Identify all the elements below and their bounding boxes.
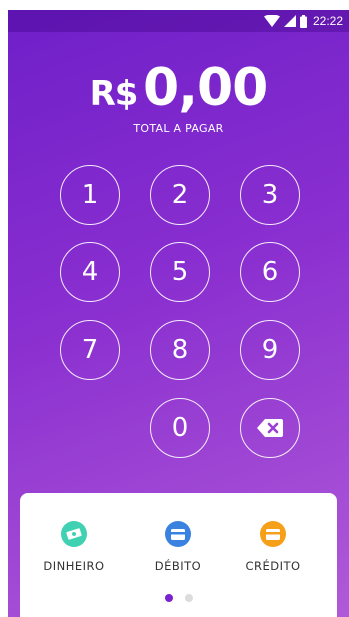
total-label: TOTAL A PAGAR (133, 122, 224, 135)
key-7[interactable]: 7 (60, 320, 120, 380)
payment-method-cash[interactable]: DINHEIRO (29, 521, 119, 573)
key-label: 3 (261, 180, 279, 210)
key-label: 8 (171, 335, 189, 365)
payment-method-label: CRÉDITO (245, 559, 301, 573)
pos-screen: 22:22 R$ 0,00 TOTAL A PAGAR 1 2 3 4 5 6 … (8, 10, 349, 617)
payment-method-credit[interactable]: CRÉDITO (228, 521, 318, 573)
payment-method-debit[interactable]: DÉBITO (133, 521, 223, 573)
backspace-button[interactable] (240, 398, 300, 458)
page-dot[interactable] (184, 594, 193, 602)
key-label: 7 (81, 335, 99, 365)
key-5[interactable]: 5 (150, 242, 210, 302)
battery-icon (299, 14, 307, 28)
key-label: 9 (261, 335, 279, 365)
key-2[interactable]: 2 (150, 165, 210, 225)
backspace-icon (257, 419, 283, 437)
signal-icon (283, 15, 296, 27)
key-6[interactable]: 6 (240, 242, 300, 302)
currency-symbol: R$ (89, 74, 139, 114)
amount-value: 0,00 (143, 58, 268, 118)
wifi-icon (263, 15, 280, 27)
key-8[interactable]: 8 (150, 320, 210, 380)
payment-method-panel: DINHEIRO DÉBITO CRÉDITO (20, 493, 337, 617)
key-label: 4 (81, 257, 99, 287)
key-label: 0 (171, 413, 189, 443)
amount-display: R$ 0,00 (8, 58, 349, 118)
key-9[interactable]: 9 (240, 320, 300, 380)
pagination-dots (20, 594, 337, 602)
key-label: 1 (81, 180, 99, 210)
status-time: 22:22 (312, 14, 343, 28)
payment-method-label: DÉBITO (154, 559, 202, 573)
key-4[interactable]: 4 (60, 242, 120, 302)
payment-method-label: DINHEIRO (43, 559, 105, 573)
key-1[interactable]: 1 (60, 165, 120, 225)
page-dot-active[interactable] (164, 594, 173, 602)
key-label: 6 (261, 257, 279, 287)
status-bar: 22:22 (8, 10, 349, 32)
key-3[interactable]: 3 (240, 165, 300, 225)
credit-card-icon (260, 521, 286, 547)
key-0[interactable]: 0 (150, 398, 210, 458)
cash-icon (61, 521, 87, 547)
key-label: 5 (171, 257, 189, 287)
status-icons: 22:22 (263, 13, 343, 29)
debit-card-icon (165, 521, 191, 547)
key-label: 2 (171, 180, 189, 210)
